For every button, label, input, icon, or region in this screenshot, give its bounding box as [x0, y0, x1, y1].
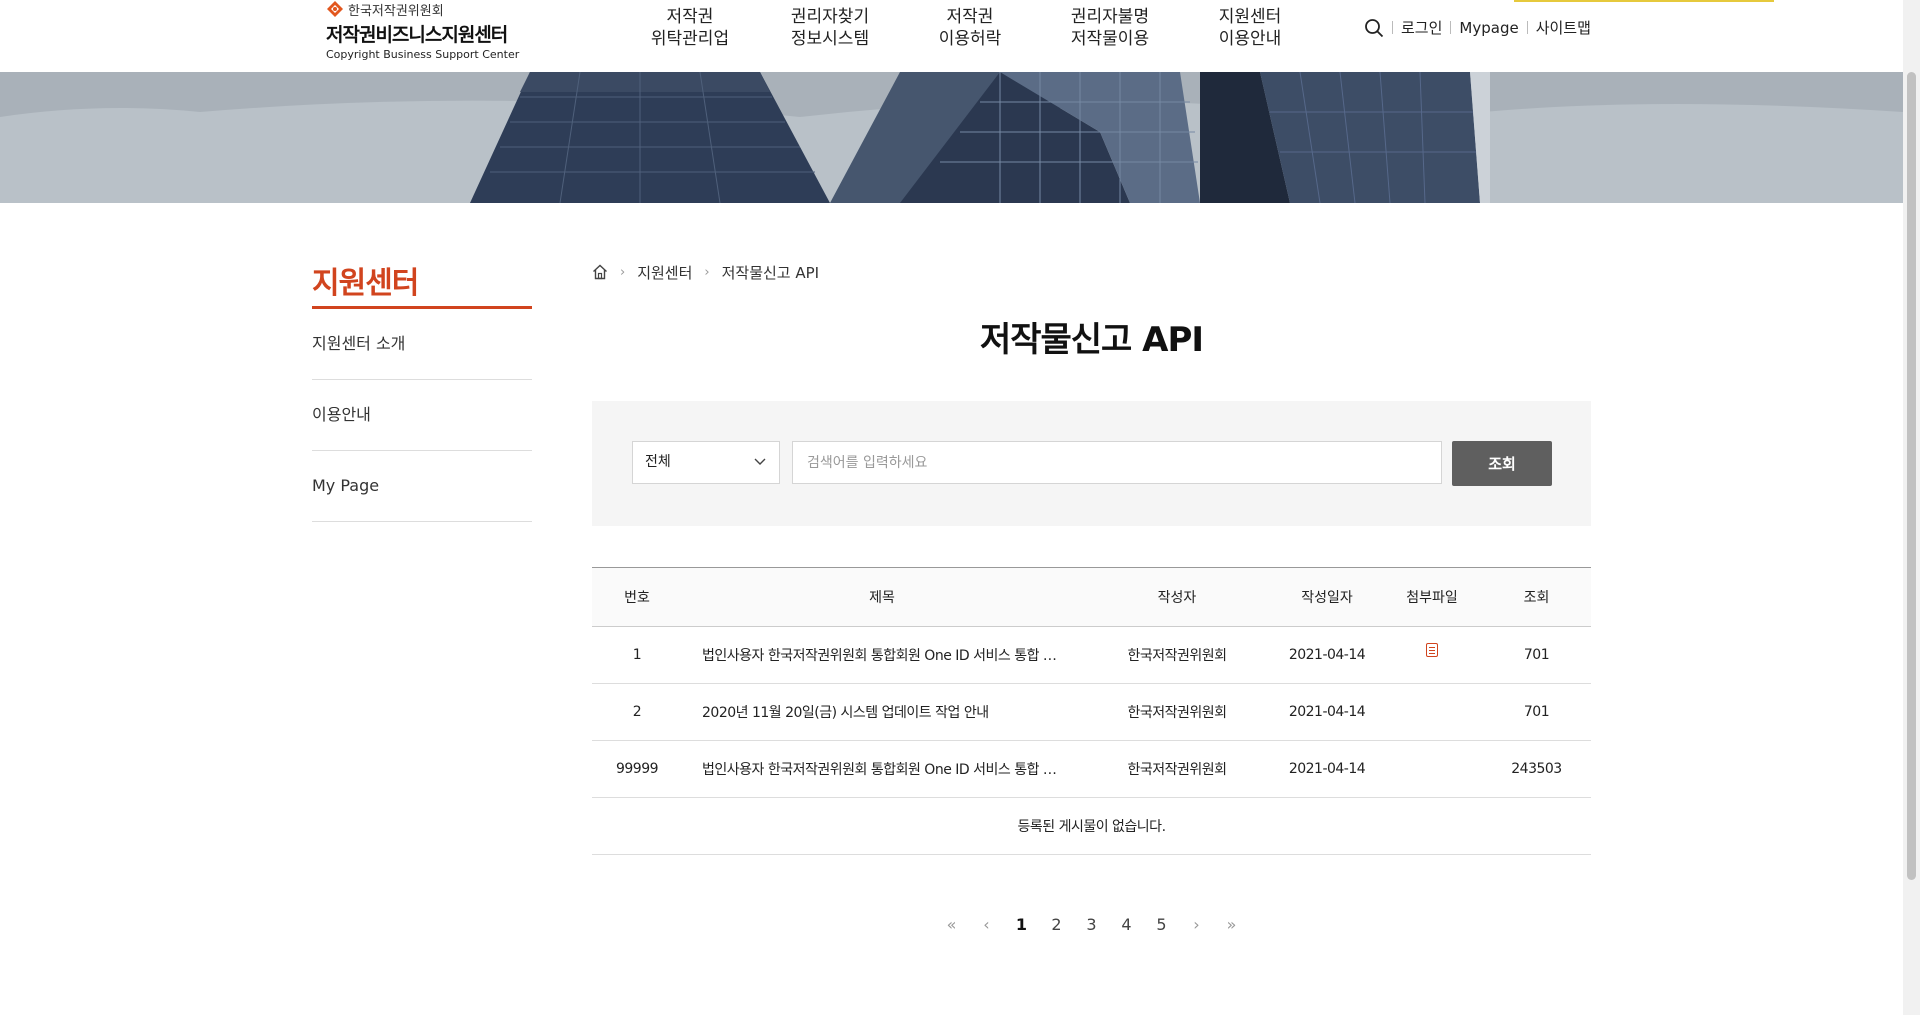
cell-title-link[interactable]: 법인사용자 한국저작권위원회 통합회원 One ID 서비스 통합 …: [682, 740, 1082, 798]
util-divider: [1392, 21, 1393, 34]
column-header-author: 작성자: [1082, 567, 1272, 627]
page-number-4[interactable]: 4: [1109, 915, 1144, 934]
table-header-row: 번호 제목 작성자 작성일자 첨부파일 조회: [592, 567, 1591, 627]
search-input[interactable]: [792, 441, 1442, 484]
vertical-scrollbar[interactable]: [1903, 0, 1920, 1015]
chevron-right-icon: ›: [620, 264, 626, 280]
cell-number: 1: [592, 626, 682, 684]
gnb-item-consignment[interactable]: 저작권 위탁관리업: [620, 6, 760, 50]
search-panel: 전체 조회: [592, 401, 1591, 526]
cell-views: 243503: [1482, 740, 1591, 798]
select-value: 전체: [645, 454, 671, 470]
sidebar-item-usage-guide[interactable]: 이용안내: [312, 380, 532, 451]
gnb-item-line2: 이용안내: [1218, 29, 1282, 49]
search-category-select[interactable]: 전체: [632, 441, 780, 484]
gnb-item-line1: 지원센터: [1218, 7, 1282, 27]
cell-author: 한국저작권위원회: [1082, 626, 1272, 684]
gnb-item-line2: 이용허락: [938, 29, 1002, 49]
site-header: 한국저작권위원회 저작권비즈니스지원센터 Copyright Business …: [0, 0, 1903, 72]
column-header-attachment: 첨부파일: [1382, 567, 1482, 627]
gnb-item-line2: 위탁관리업: [650, 29, 730, 49]
sidebar-title: 지원센터: [312, 266, 419, 301]
gnb-item-rightholder-search[interactable]: 권리자찾기 정보시스템: [760, 6, 900, 50]
gnb-item-line1: 권리자불명: [1070, 7, 1150, 27]
first-page-button[interactable]: «: [934, 915, 969, 934]
gnb-item-license[interactable]: 저작권 이용허락: [900, 6, 1040, 50]
page-number-2[interactable]: 2: [1039, 915, 1074, 934]
sidebar-item-introduction[interactable]: 지원센터 소개: [312, 309, 532, 380]
gnb-item-line2: 저작물이용: [1070, 29, 1150, 49]
empty-message: 등록된 게시물이 없습니다.: [592, 797, 1591, 855]
logo-site-name: 저작권비즈니스지원센터: [326, 24, 508, 46]
table-row[interactable]: 2 2020년 11월 20일(금) 시스템 업데이트 작업 안내 한국저작권위…: [592, 683, 1591, 741]
gnb-item-orphan-works[interactable]: 권리자불명 저작물이용: [1040, 6, 1180, 50]
chevron-right-icon: ›: [704, 264, 710, 280]
column-header-date: 작성일자: [1272, 567, 1382, 627]
cell-attachment: [1382, 740, 1482, 798]
cell-author: 한국저작권위원회: [1082, 740, 1272, 798]
login-link[interactable]: 로그인: [1401, 17, 1442, 38]
gnb-item-line2: 정보시스템: [790, 29, 870, 49]
breadcrumb-level1[interactable]: 지원센터: [637, 262, 692, 283]
sidebar-item-mypage[interactable]: My Page: [312, 451, 532, 522]
cell-date: 2021-04-14: [1272, 626, 1382, 684]
hero-banner-image: [0, 72, 1903, 203]
page-number-5[interactable]: 5: [1144, 915, 1179, 934]
cell-author: 한국저작권위원회: [1082, 683, 1272, 741]
cell-number: 99999: [592, 740, 682, 798]
side-navigation: 지원센터 지원센터 소개 이용안내 My Page: [312, 258, 532, 522]
table-row[interactable]: 1 법인사용자 한국저작권위원회 통합회원 One ID 서비스 통합 … 한국…: [592, 626, 1591, 684]
main-content: › 지원센터 › 저작물신고 API 저작물신고 API 전체 조회 번호 제목…: [592, 258, 1591, 934]
main-navigation: 저작권 위탁관리업 권리자찾기 정보시스템 저작권 이용허락 권리자불명 저작물이용 지…: [620, 6, 1320, 50]
column-header-views: 조회: [1482, 567, 1591, 627]
gnb-item-line1: 저작권: [946, 7, 994, 27]
gnb-item-support-center[interactable]: 지원센터 이용안내: [1180, 6, 1320, 50]
logo-org-row: 한국저작권위원회: [326, 0, 519, 19]
util-divider: [1526, 21, 1528, 34]
site-logo[interactable]: 한국저작권위원회 저작권비즈니스지원센터 Copyright Business …: [326, 0, 519, 61]
gnb-item-line1: 권리자찾기: [790, 7, 870, 27]
logo-mark-icon: [327, 1, 343, 17]
header-accent-line: [1514, 0, 1774, 2]
cell-views: 701: [1482, 626, 1591, 684]
search-button[interactable]: 조회: [1452, 441, 1552, 486]
cell-title-link[interactable]: 법인사용자 한국저작권위원회 통합회원 One ID 서비스 통합 …: [682, 626, 1082, 684]
empty-message-row: 등록된 게시물이 없습니다.: [592, 797, 1591, 855]
pagination: « ‹ 1 2 3 4 5 › »: [592, 915, 1591, 934]
column-header-number: 번호: [592, 567, 682, 627]
logo-org-name: 한국저작권위원회: [348, 3, 444, 19]
cell-date: 2021-04-14: [1272, 740, 1382, 798]
cell-title-link[interactable]: 2020년 11월 20일(금) 시스템 업데이트 작업 안내: [682, 683, 1082, 741]
chevron-down-icon: [753, 442, 767, 500]
utility-menu: 로그인 Mypage 사이트맵: [1364, 17, 1591, 38]
cell-number: 2: [592, 683, 682, 741]
table-row[interactable]: 99999 법인사용자 한국저작권위원회 통합회원 One ID 서비스 통합 …: [592, 740, 1591, 798]
cell-attachment: [1382, 683, 1482, 741]
next-page-button[interactable]: ›: [1179, 915, 1214, 934]
logo-site-name-en: Copyright Business Support Center: [326, 48, 520, 61]
attachment-file-icon[interactable]: [1426, 643, 1438, 657]
prev-page-button[interactable]: ‹: [969, 915, 1004, 934]
home-icon[interactable]: [592, 264, 608, 280]
mypage-link[interactable]: Mypage: [1459, 19, 1518, 37]
gnb-item-line1: 저작권: [666, 7, 714, 27]
page-title: 저작물신고 API: [979, 320, 1204, 360]
board-table: 번호 제목 작성자 작성일자 첨부파일 조회 1 법인사용자 한국저작권위원회 …: [592, 567, 1591, 855]
cell-date: 2021-04-14: [1272, 683, 1382, 741]
search-icon[interactable]: [1364, 18, 1384, 38]
cell-attachment: [1382, 626, 1482, 684]
sitemap-link[interactable]: 사이트맵: [1536, 17, 1591, 38]
util-divider: [1450, 21, 1452, 34]
breadcrumb: › 지원센터 › 저작물신고 API: [592, 258, 1591, 286]
page-number-1[interactable]: 1: [1004, 915, 1039, 934]
column-header-title: 제목: [682, 567, 1082, 627]
cell-views: 701: [1482, 683, 1591, 741]
last-page-button[interactable]: »: [1214, 915, 1249, 934]
breadcrumb-level2: 저작물신고 API: [721, 263, 820, 282]
building-illustration: [0, 72, 1903, 203]
page-number-3[interactable]: 3: [1074, 915, 1109, 934]
scrollbar-thumb[interactable]: [1907, 72, 1916, 880]
